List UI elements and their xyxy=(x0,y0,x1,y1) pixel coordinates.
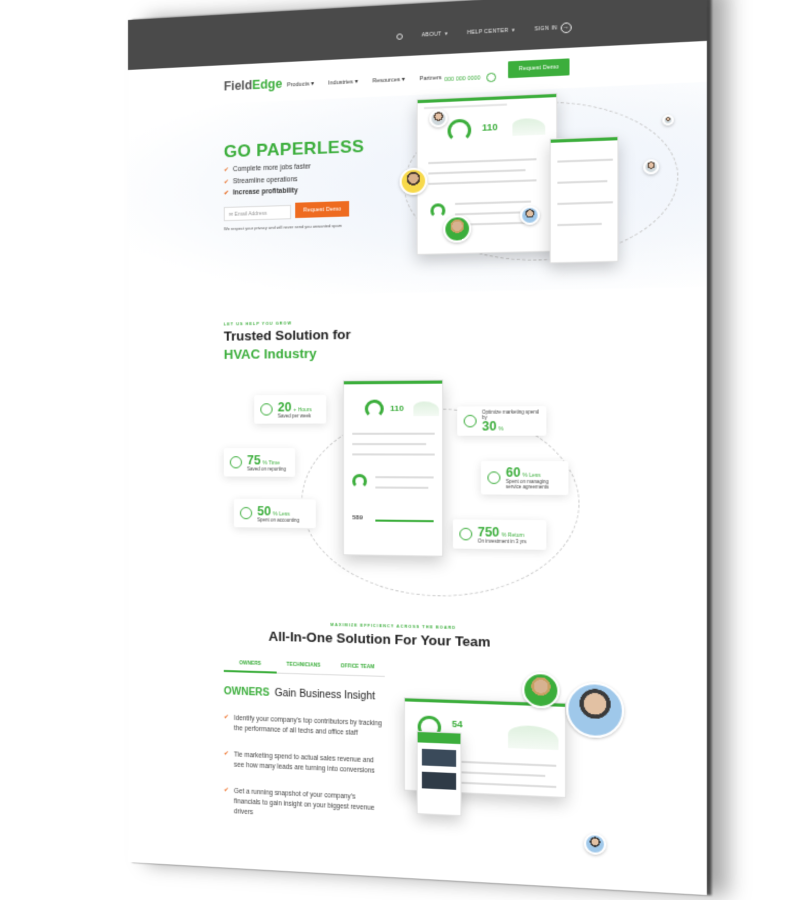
sign-in-link[interactable]: SIGN IN → xyxy=(535,22,572,35)
check-icon: ✔ xyxy=(223,190,229,197)
phone-number[interactable]: 000 000 0000 xyxy=(444,72,496,84)
email-field[interactable]: ✉ Email Address xyxy=(223,204,292,222)
chevron-down-icon: ▾ xyxy=(511,27,515,34)
chevron-down-icon: ▾ xyxy=(444,30,448,38)
about-link[interactable]: ABOUT ▾ xyxy=(422,31,448,39)
feature-item: ✔ Tie marketing spend to actual sales rev… xyxy=(223,750,375,775)
phone-icon xyxy=(485,72,496,83)
avatar xyxy=(566,681,625,739)
stat-card-service-agreements: 60% Less Spent on managing service agreem… xyxy=(480,460,569,496)
mail-icon: ✉ xyxy=(228,211,234,218)
list-item: ✔ Increase profitability xyxy=(223,187,298,197)
tab-owners[interactable]: OWNERS xyxy=(223,660,277,674)
website-page-mockup: ABOUT ▾ HELP CENTER ▾ SIGN IN → FieldEdge P… xyxy=(128,0,707,896)
fieldedge-logo[interactable]: FieldEdge xyxy=(224,77,282,94)
hero-dashboard-screenshot-secondary xyxy=(549,135,619,264)
check-icon: ✔ xyxy=(223,714,229,721)
stage: ABOUT ▾ HELP CENTER ▾ SIGN IN → FieldEdge P… xyxy=(0,0,806,900)
nav-industries[interactable]: Industries ▾ xyxy=(328,79,357,87)
nav-products[interactable]: Products ▾ xyxy=(287,81,314,88)
nav-partners[interactable]: Partners xyxy=(420,75,442,82)
section-title-accent: HVAC Industry xyxy=(223,345,317,362)
tab-technicians[interactable]: TECHNICIANS xyxy=(276,662,331,676)
stat-card-time: 75% Time Saved on reporting xyxy=(223,448,296,477)
owners-heading: OWNERS Gain Business Insight xyxy=(223,686,376,703)
tab-office-team[interactable]: OFFICE TEAM xyxy=(330,663,385,677)
check-icon: ✔ xyxy=(223,178,229,186)
check-icon: ✔ xyxy=(223,750,229,758)
section-title: All-In-One Solution For Your Team xyxy=(268,628,491,650)
section-eyebrow: LET US HELP YOU GROW xyxy=(223,321,293,327)
feature-item: ✔ Identify your company's top contributor… xyxy=(223,714,382,737)
report-icon xyxy=(229,456,243,469)
stat-card-roi: 750% Return On investment in 3 yrs xyxy=(452,519,547,550)
list-item: ✔ Streamline operations xyxy=(223,175,298,186)
check-icon: ✔ xyxy=(223,787,229,794)
stat-card-marketing: Optimize marketing spend by 30% xyxy=(457,406,547,436)
hero-bullets: ✔ Complete more jobs faster ✔ Streamline o… xyxy=(224,163,311,201)
nav-resources[interactable]: Resources ▾ xyxy=(372,77,404,85)
nav-request-demo-button[interactable]: Request Demo xyxy=(508,58,570,79)
trusted-dashboard-screenshot: 110 589 xyxy=(342,379,444,557)
section-eyebrow: MAXIMIZE EFFICIENCY ACROSS THE BOARD xyxy=(330,622,457,631)
feature-item: ✔ Get a running snapshot of your company'… xyxy=(223,787,375,816)
check-icon: ✔ xyxy=(223,167,229,174)
avatar xyxy=(522,671,560,709)
stat-card-accounting: 50% Less Spent on accounting xyxy=(233,498,316,529)
stat-card-hours: 20 + Hours Saved per week xyxy=(254,394,327,424)
document-icon xyxy=(487,471,501,485)
section-title: Trusted Solution for xyxy=(223,326,351,344)
team-tabs: OWNERS TECHNICIANS OFFICE TEAM xyxy=(223,660,385,677)
avatar xyxy=(583,832,607,856)
target-icon xyxy=(260,403,273,416)
megaphone-icon xyxy=(463,414,477,428)
calculator-icon xyxy=(239,506,253,520)
dollar-icon xyxy=(459,527,473,541)
search-icon[interactable] xyxy=(396,33,403,40)
hero-request-demo-button[interactable]: Request Demo xyxy=(295,201,350,219)
help-center-link[interactable]: HELP CENTER ▾ xyxy=(467,27,515,36)
mobile-app-screenshot xyxy=(416,730,462,817)
arrow-right-icon: → xyxy=(560,22,572,34)
